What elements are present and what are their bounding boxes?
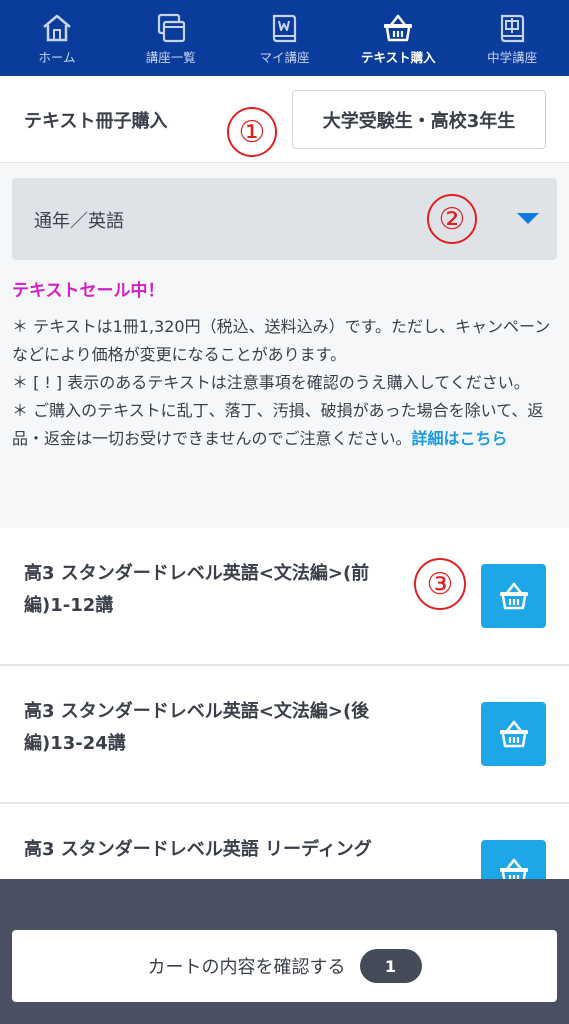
chevron-down-icon: [517, 213, 539, 224]
confirm-cart-button[interactable]: カートの内容を確認する 1: [12, 930, 557, 1002]
cart-bar: カートの内容を確認する 1: [0, 879, 569, 1024]
annotation-marker-3: ③: [414, 558, 466, 610]
my-course-icon: [273, 14, 297, 43]
basket-icon: [384, 14, 413, 42]
nav-item-home[interactable]: ホーム: [0, 0, 114, 76]
note-returns: ＊ ご購入のテキストに乱丁、落丁、汚損、破損があった場合を除いて、返品・返金は一…: [12, 397, 557, 453]
sale-banner-title: テキストセール中！: [12, 281, 165, 301]
basket-icon: [499, 582, 528, 610]
add-to-cart-button[interactable]: [481, 564, 546, 628]
grade-select-button[interactable]: 大学受験生・高校3年生: [292, 90, 546, 149]
annotation-marker-1: ①: [227, 107, 277, 157]
cart-count-badge: 1: [359, 949, 422, 983]
nav-item-junior-high[interactable]: 中学講座: [455, 0, 569, 76]
product-title: 高3 スタンダードレベル英語<文法編>(前編)1-12講: [24, 563, 370, 616]
subject-dropdown-value: 通年／英語: [34, 211, 124, 232]
note-price: ＊ テキストは1冊1,320円（税込、送料込み）です。ただし、キャンペーンなどに…: [12, 317, 551, 364]
details-link[interactable]: 詳細はこちら: [412, 429, 508, 448]
add-to-cart-button[interactable]: [481, 702, 546, 766]
course-list-icon: [157, 13, 185, 43]
product-title: 高3 スタンダードレベル英語 リーディング: [24, 839, 372, 860]
nav-item-text-purchase[interactable]: テキスト購入: [341, 0, 455, 76]
purchase-notes: ＊ テキストは1冊1,320円（税込、送料込み）です。ただし、キャンペーンなどに…: [12, 313, 557, 453]
nav-item-course-list[interactable]: 講座一覧: [114, 0, 228, 76]
top-navigation: ホーム 講座一覧 マイ講座 テキスト購入 中学講座: [0, 0, 569, 76]
note-caution: ＊ [ ! ] 表示のあるテキストは注意事項を確認のうえ購入してください。: [12, 373, 530, 392]
nav-label-text-purchase: テキスト購入: [360, 50, 436, 65]
nav-label-my-course: マイ講座: [259, 50, 310, 65]
nav-item-my-course[interactable]: マイ講座: [228, 0, 342, 76]
product-item: 高3 スタンダードレベル英語<文法編>(後編)13-24講: [0, 666, 569, 804]
product-title: 高3 スタンダードレベル英語<文法編>(後編)13-24講: [24, 701, 370, 754]
basket-icon: [499, 720, 528, 748]
product-item: 高3 スタンダードレベル英語<文法編>(前編)1-12講 ③: [0, 528, 569, 666]
nav-label-course-list: 講座一覧: [145, 50, 196, 65]
page-title: テキスト冊子購入: [24, 111, 168, 132]
junior-high-icon: [500, 14, 525, 43]
home-icon: [43, 14, 71, 42]
subject-dropdown[interactable]: 通年／英語 ②: [12, 178, 557, 260]
nav-label-home: ホーム: [38, 50, 76, 65]
annotation-marker-2: ②: [427, 194, 477, 244]
info-section: 通年／英語 ② テキストセール中！ ＊ テキストは1冊1,320円（税込、送料込…: [0, 163, 569, 528]
nav-label-junior-high: 中学講座: [487, 50, 538, 65]
confirm-cart-label: カートの内容を確認する: [147, 957, 346, 978]
purchase-header: テキスト冊子購入 ① 大学受験生・高校3年生: [0, 76, 569, 163]
